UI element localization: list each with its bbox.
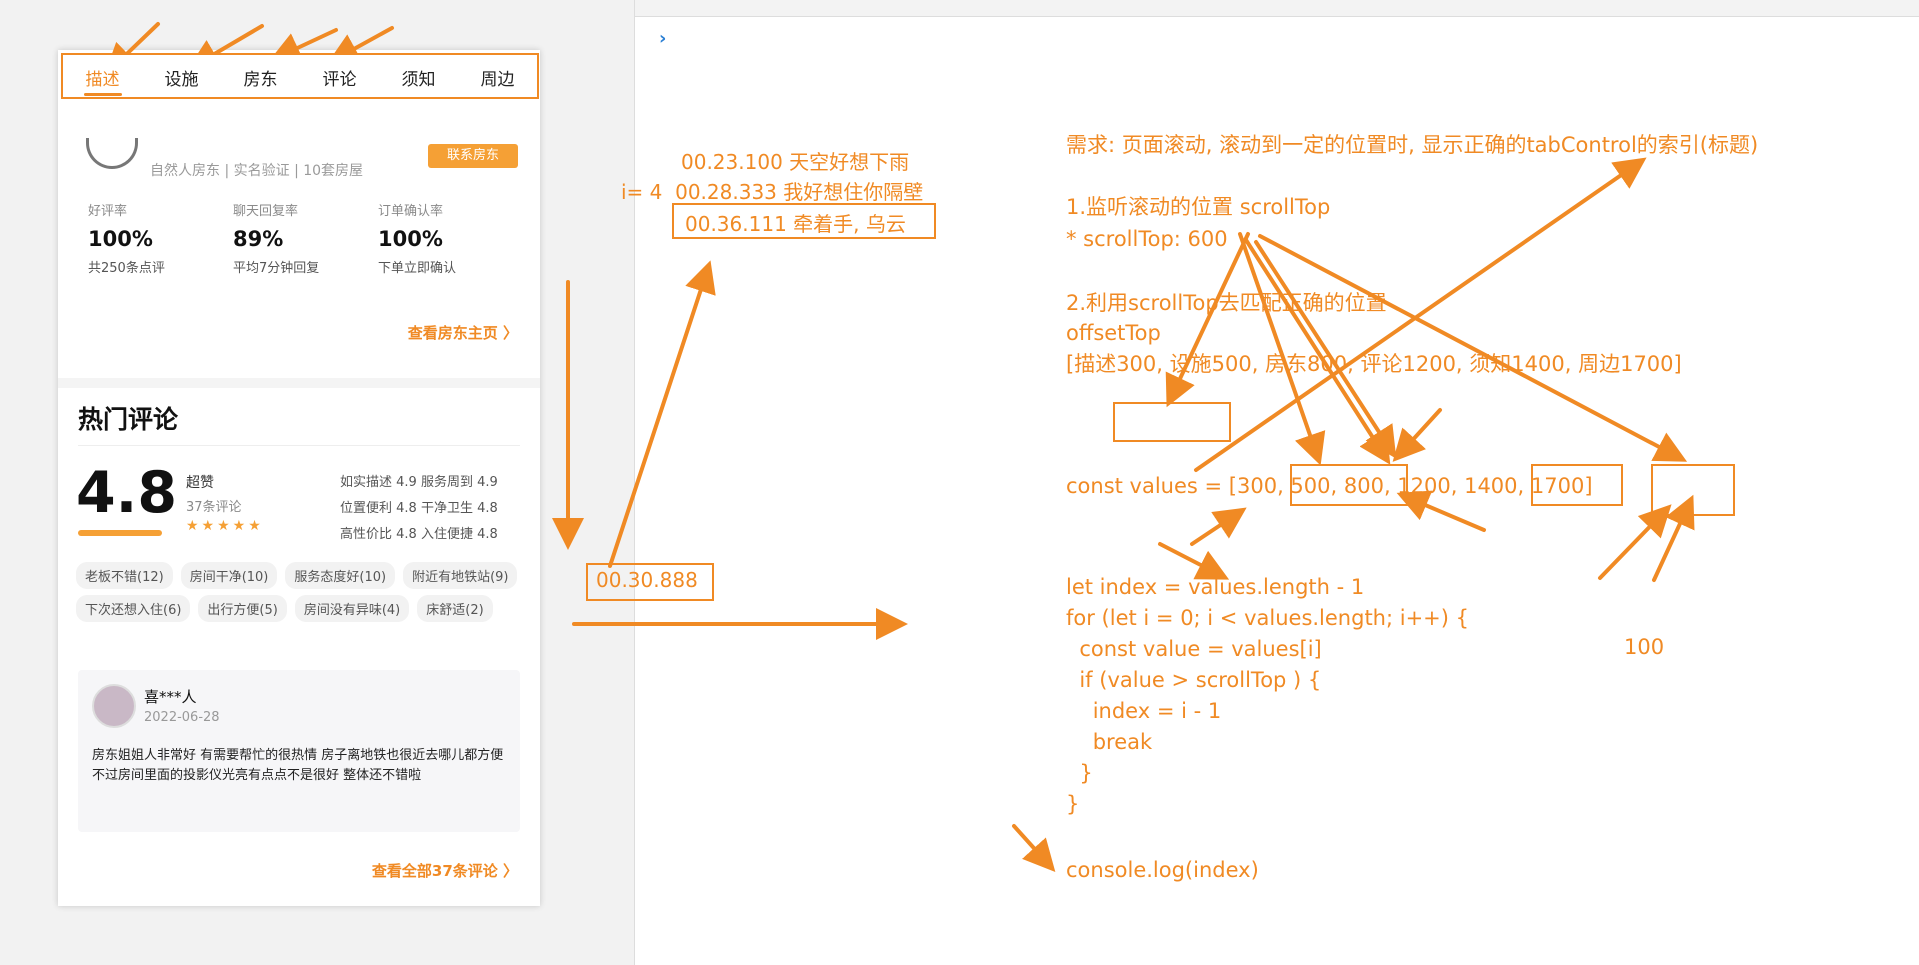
arrow-back-800 (1396, 490, 1486, 532)
arrow-time-to-lyric (608, 260, 716, 568)
arrow-scrolltop-b (1238, 232, 1326, 466)
tab-control: 描述 设施 房东 评论 须知 周边 (61, 53, 539, 99)
arrow-down-800 (1392, 408, 1442, 462)
tab-notice[interactable]: 须知 (396, 59, 442, 94)
tab-description[interactable]: 描述 (80, 59, 126, 96)
tab-landlord[interactable]: 房东 (238, 59, 284, 94)
arrow-to-result-a (1598, 504, 1672, 580)
arrow-to-index (1158, 542, 1230, 580)
arrow-to-values (1190, 507, 1247, 546)
tab-comments[interactable]: 评论 (317, 59, 363, 94)
arrow-to-log (1012, 824, 1056, 872)
tab-facilities[interactable]: 设施 (159, 59, 205, 94)
annotation-arrows (104, 22, 1695, 872)
arrow-scrolltop-a (1165, 232, 1250, 408)
arrow-to-result-b (1652, 494, 1695, 582)
arrow-to-requirement (1194, 157, 1647, 472)
arrow-scrolltop-c (1244, 238, 1391, 465)
tab-nearby[interactable]: 周边 (475, 59, 521, 94)
